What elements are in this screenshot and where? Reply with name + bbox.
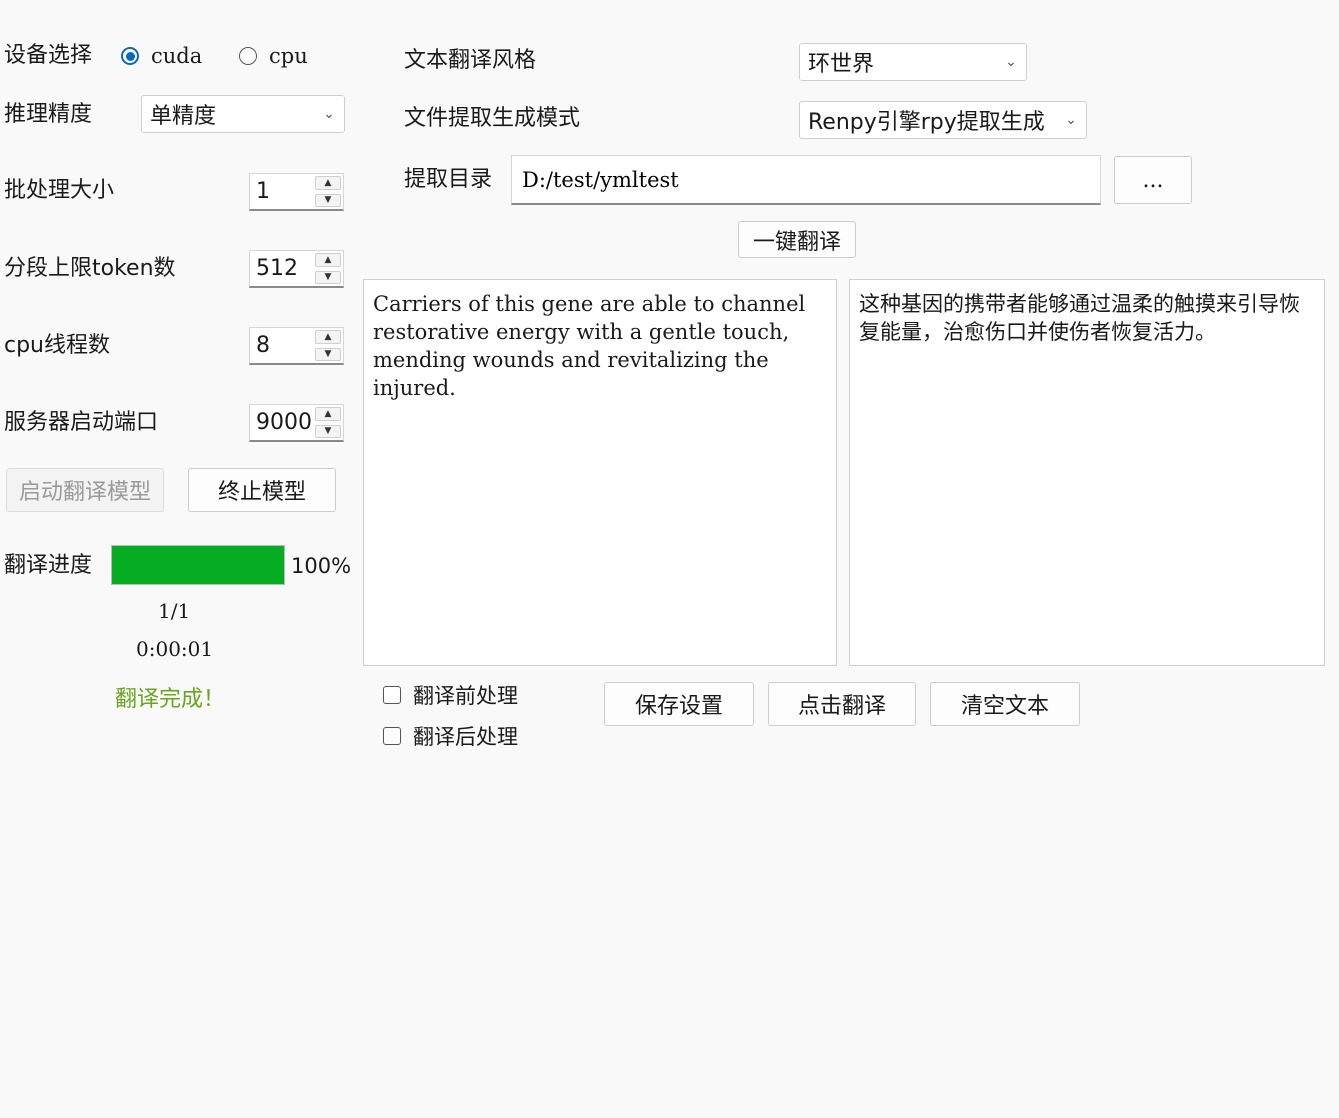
progress-count: 1/1 — [158, 599, 191, 623]
style-select[interactable]: 环世界 ⌄ — [799, 43, 1027, 81]
spin-up-icon[interactable]: ▲ — [315, 176, 341, 190]
spin-up-icon[interactable]: ▲ — [315, 253, 341, 267]
source-text-area[interactable]: Carriers of this gene are able to channe… — [363, 279, 837, 666]
progress-label: 翻译进度 — [4, 553, 93, 578]
extract-dir-input[interactable] — [511, 155, 1101, 205]
save-settings-button[interactable]: 保存设置 — [604, 682, 754, 726]
spin-up-icon[interactable]: ▲ — [315, 407, 341, 421]
extract-mode-value: Renpy引擎rpy提取生成 — [808, 110, 1045, 135]
spin-up-icon[interactable]: ▲ — [315, 330, 341, 344]
server-port-spinbox[interactable]: 9000 ▲ ▼ — [249, 404, 344, 442]
spin-down-icon[interactable]: ▼ — [315, 270, 341, 284]
precision-select[interactable]: 单精度 ⌄ — [141, 95, 345, 133]
post-process-label: 翻译后处理 — [413, 725, 518, 749]
precision-label: 推理精度 — [4, 102, 93, 127]
elapsed-time: 0:00:01 — [136, 637, 214, 661]
batch-size-label: 批处理大小 — [4, 178, 115, 203]
style-label: 文本翻译风格 — [404, 48, 537, 73]
radio-unchecked-icon — [239, 47, 257, 65]
checkbox-unchecked-icon — [383, 727, 401, 745]
segment-tokens-label: 分段上限token数 — [4, 256, 176, 281]
segment-tokens-value: 512 — [256, 256, 298, 281]
spin-down-icon[interactable]: ▼ — [315, 347, 341, 361]
checkbox-unchecked-icon — [383, 686, 401, 704]
batch-size-spinbox[interactable]: 1 ▲ ▼ — [249, 173, 344, 211]
progress-fill — [112, 546, 284, 584]
spin-down-icon[interactable]: ▼ — [315, 193, 341, 207]
server-port-value: 9000 — [256, 410, 312, 435]
batch-size-value: 1 — [256, 179, 270, 204]
extract-dir-label: 提取目录 — [404, 167, 493, 192]
extract-mode-label: 文件提取生成模式 — [404, 106, 581, 131]
pre-process-checkbox[interactable]: 翻译前处理 — [383, 680, 518, 710]
chevron-down-icon: ⌄ — [1065, 112, 1077, 128]
chevron-down-icon: ⌄ — [323, 106, 335, 122]
device-radio-cuda[interactable]: cuda — [121, 41, 202, 71]
post-process-checkbox[interactable]: 翻译后处理 — [383, 721, 518, 751]
cpu-threads-value: 8 — [256, 333, 270, 358]
cpu-threads-spinbox[interactable]: 8 ▲ ▼ — [249, 327, 344, 365]
device-label: 设备选择 — [4, 43, 93, 68]
progress-bar — [111, 545, 285, 585]
cpu-threads-label: cpu线程数 — [4, 333, 111, 358]
translate-button[interactable]: 点击翻译 — [768, 682, 916, 726]
stop-model-button[interactable]: 终止模型 — [188, 468, 336, 512]
browse-button[interactable]: ... — [1114, 156, 1192, 204]
extract-mode-select[interactable]: Renpy引擎rpy提取生成 ⌄ — [799, 101, 1087, 139]
pre-process-label: 翻译前处理 — [413, 684, 518, 708]
target-text-area[interactable]: 这种基因的携带者能够通过温柔的触摸来引导恢复能量，治愈伤口并使伤者恢复活力。 — [849, 279, 1325, 666]
server-port-label: 服务器启动端口 — [4, 410, 159, 435]
device-option-label: cuda — [151, 44, 203, 68]
clear-text-button[interactable]: 清空文本 — [930, 682, 1080, 726]
one-click-translate-button[interactable]: 一键翻译 — [738, 221, 856, 258]
radio-checked-icon — [121, 47, 139, 65]
precision-value: 单精度 — [150, 104, 217, 129]
segment-tokens-spinbox[interactable]: 512 ▲ ▼ — [249, 250, 344, 288]
device-option-label: cpu — [269, 44, 308, 68]
style-value: 环世界 — [808, 52, 875, 77]
chevron-down-icon: ⌄ — [1005, 54, 1017, 70]
start-model-button[interactable]: 启动翻译模型 — [6, 468, 164, 512]
status-text: 翻译完成！ — [115, 687, 226, 712]
spin-down-icon[interactable]: ▼ — [315, 424, 341, 438]
progress-percent: 100% — [291, 554, 352, 578]
device-radio-cpu[interactable]: cpu — [239, 41, 308, 71]
